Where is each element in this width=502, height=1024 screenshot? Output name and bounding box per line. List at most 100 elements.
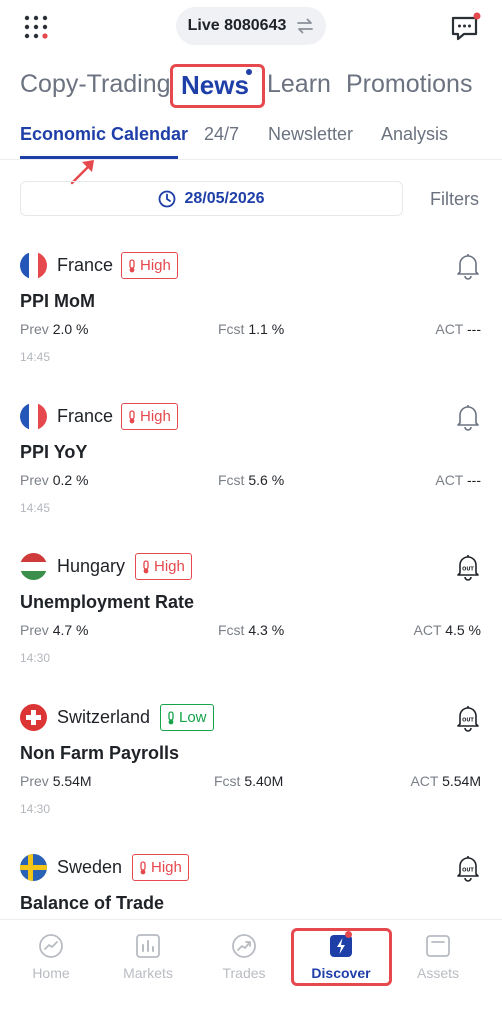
thermometer-icon <box>140 860 146 874</box>
event-stats: Prev 0.2 % Fcst 5.6 % ACT --- <box>20 472 481 492</box>
event-country: Sweden <box>57 857 123 877</box>
messages-icon[interactable] <box>450 12 482 42</box>
discover-highlight-box <box>291 928 392 986</box>
thermometer-icon <box>143 559 149 573</box>
thermometer-icon <box>129 258 135 272</box>
event-country: France <box>57 255 114 275</box>
event-country: Switzerland <box>57 707 151 727</box>
bell-out-icon[interactable]: OUT <box>455 704 481 732</box>
svg-text:OUT: OUT <box>462 868 474 874</box>
impact-label: High <box>154 558 185 575</box>
impact-label: Low <box>179 709 207 726</box>
discover-unread-dot <box>345 931 352 938</box>
impact-badge: High <box>132 854 189 881</box>
tab-promotions[interactable]: Promotions <box>346 70 472 99</box>
main-tabs: Copy-Trading News Learn Promotions <box>0 62 502 112</box>
event-title: Unemployment Rate <box>20 592 195 612</box>
nav-trades-label: Trades <box>222 965 266 981</box>
nav-home-label: Home <box>32 965 70 981</box>
impact-label: High <box>151 859 182 876</box>
event-stats: Prev 4.7 % Fcst 4.3 % ACT 4.5 % <box>20 622 481 642</box>
nav-home[interactable]: Home <box>6 930 96 990</box>
tab-newsletter[interactable]: Newsletter <box>268 124 353 145</box>
event-country: France <box>57 406 114 426</box>
event-time: 14:30 <box>20 802 51 816</box>
event-list: France High PPI MoM Prev 2.0 % Fcst 1.1 … <box>0 235 502 915</box>
event-item[interactable]: Switzerland Low OUT Non Farm Payrolls Pr… <box>0 687 502 837</box>
impact-badge: Low <box>160 704 214 731</box>
bell-icon[interactable] <box>455 403 481 431</box>
thermometer-icon <box>129 409 135 423</box>
date-picker[interactable]: 28/05/2026 <box>20 181 403 216</box>
news-unread-dot <box>246 69 252 75</box>
bottom-nav: Home Markets Trades Discover Assets <box>0 919 502 1024</box>
event-title: PPI YoY <box>20 442 88 462</box>
tab-economic-calendar[interactable]: Economic Calendar <box>20 124 188 145</box>
active-tab-underline <box>20 156 178 159</box>
stat-act: ACT --- <box>435 321 481 337</box>
stat-act: ACT 4.5 % <box>413 622 481 638</box>
nav-markets[interactable]: Markets <box>103 930 193 990</box>
impact-label: High <box>140 408 171 425</box>
sweden-flag-icon <box>20 854 47 881</box>
menu-grid-icon[interactable] <box>24 15 48 39</box>
top-bar: Live 8080643 <box>0 0 502 56</box>
stat-fcst: Fcst 5.6 % <box>218 472 285 488</box>
nav-assets[interactable]: Assets <box>393 930 483 990</box>
stat-fcst: Fcst 1.1 % <box>218 321 285 337</box>
event-stats: Prev 5.54M Fcst 5.40M ACT 5.54M <box>20 773 481 793</box>
stat-fcst: Fcst 4.3 % <box>218 622 285 638</box>
trades-trend-icon <box>232 934 256 958</box>
stat-act: ACT 5.54M <box>410 773 481 789</box>
impact-badge: High <box>121 252 178 279</box>
event-item[interactable]: Sweden High OUT Balance of Trade <box>0 837 502 915</box>
stat-prev: Prev 2.0 % <box>20 321 89 337</box>
stat-act: ACT --- <box>435 472 481 488</box>
stat-prev: Prev 0.2 % <box>20 472 89 488</box>
nav-trades[interactable]: Trades <box>199 930 289 990</box>
swap-icon <box>297 18 314 34</box>
stat-fcst: Fcst 5.40M <box>214 773 284 789</box>
svg-text:OUT: OUT <box>462 718 474 724</box>
impact-badge: High <box>121 403 178 430</box>
tab-24-7[interactable]: 24/7 <box>204 124 239 145</box>
event-item[interactable]: France High PPI YoY Prev 0.2 % Fcst 5.6 … <box>0 386 502 536</box>
tab-analysis[interactable]: Analysis <box>381 124 448 145</box>
event-time: 14:45 <box>20 350 51 364</box>
event-time: 14:45 <box>20 501 51 515</box>
france-flag-icon <box>20 403 47 430</box>
event-stats: Prev 2.0 % Fcst 1.1 % ACT --- <box>20 321 481 341</box>
thermometer-icon <box>168 710 174 724</box>
bell-out-icon[interactable]: OUT <box>455 553 481 581</box>
stat-prev: Prev 5.54M <box>20 773 92 789</box>
home-chart-icon <box>39 934 63 958</box>
france-flag-icon <box>20 252 47 279</box>
calendar-date: 28/05/2026 <box>184 189 265 207</box>
impact-badge: High <box>135 553 192 580</box>
event-title: Balance of Trade <box>20 893 165 913</box>
clock-icon <box>159 190 176 207</box>
tab-copy-trading[interactable]: Copy-Trading <box>20 70 171 99</box>
event-item[interactable]: Hungary High OUT Unemployment Rate Prev … <box>0 536 502 686</box>
nav-markets-label: Markets <box>123 965 173 981</box>
event-title: PPI MoM <box>20 291 95 311</box>
event-country: Hungary <box>57 556 126 576</box>
filters-button[interactable]: Filters <box>430 189 479 210</box>
impact-label: High <box>140 257 171 274</box>
bell-out-icon[interactable]: OUT <box>455 854 481 882</box>
markets-bars-icon <box>136 934 160 958</box>
bell-icon[interactable] <box>455 252 481 280</box>
tab-learn[interactable]: Learn <box>267 70 331 99</box>
event-time: 14:30 <box>20 651 51 665</box>
switzerland-flag-icon <box>20 704 47 731</box>
account-switcher[interactable]: Live 8080643 <box>176 7 326 45</box>
svg-text:OUT: OUT <box>462 567 474 573</box>
assets-wallet-icon <box>426 935 450 957</box>
event-item[interactable]: France High PPI MoM Prev 2.0 % Fcst 1.1 … <box>0 235 502 385</box>
account-label: Live 8080643 <box>187 17 287 34</box>
event-title: Non Farm Payrolls <box>20 743 180 763</box>
hungary-flag-icon <box>20 553 47 580</box>
sub-tabs: Economic Calendar 24/7 Newsletter Analys… <box>0 114 502 160</box>
nav-assets-label: Assets <box>416 965 459 981</box>
stat-prev: Prev 4.7 % <box>20 622 89 638</box>
